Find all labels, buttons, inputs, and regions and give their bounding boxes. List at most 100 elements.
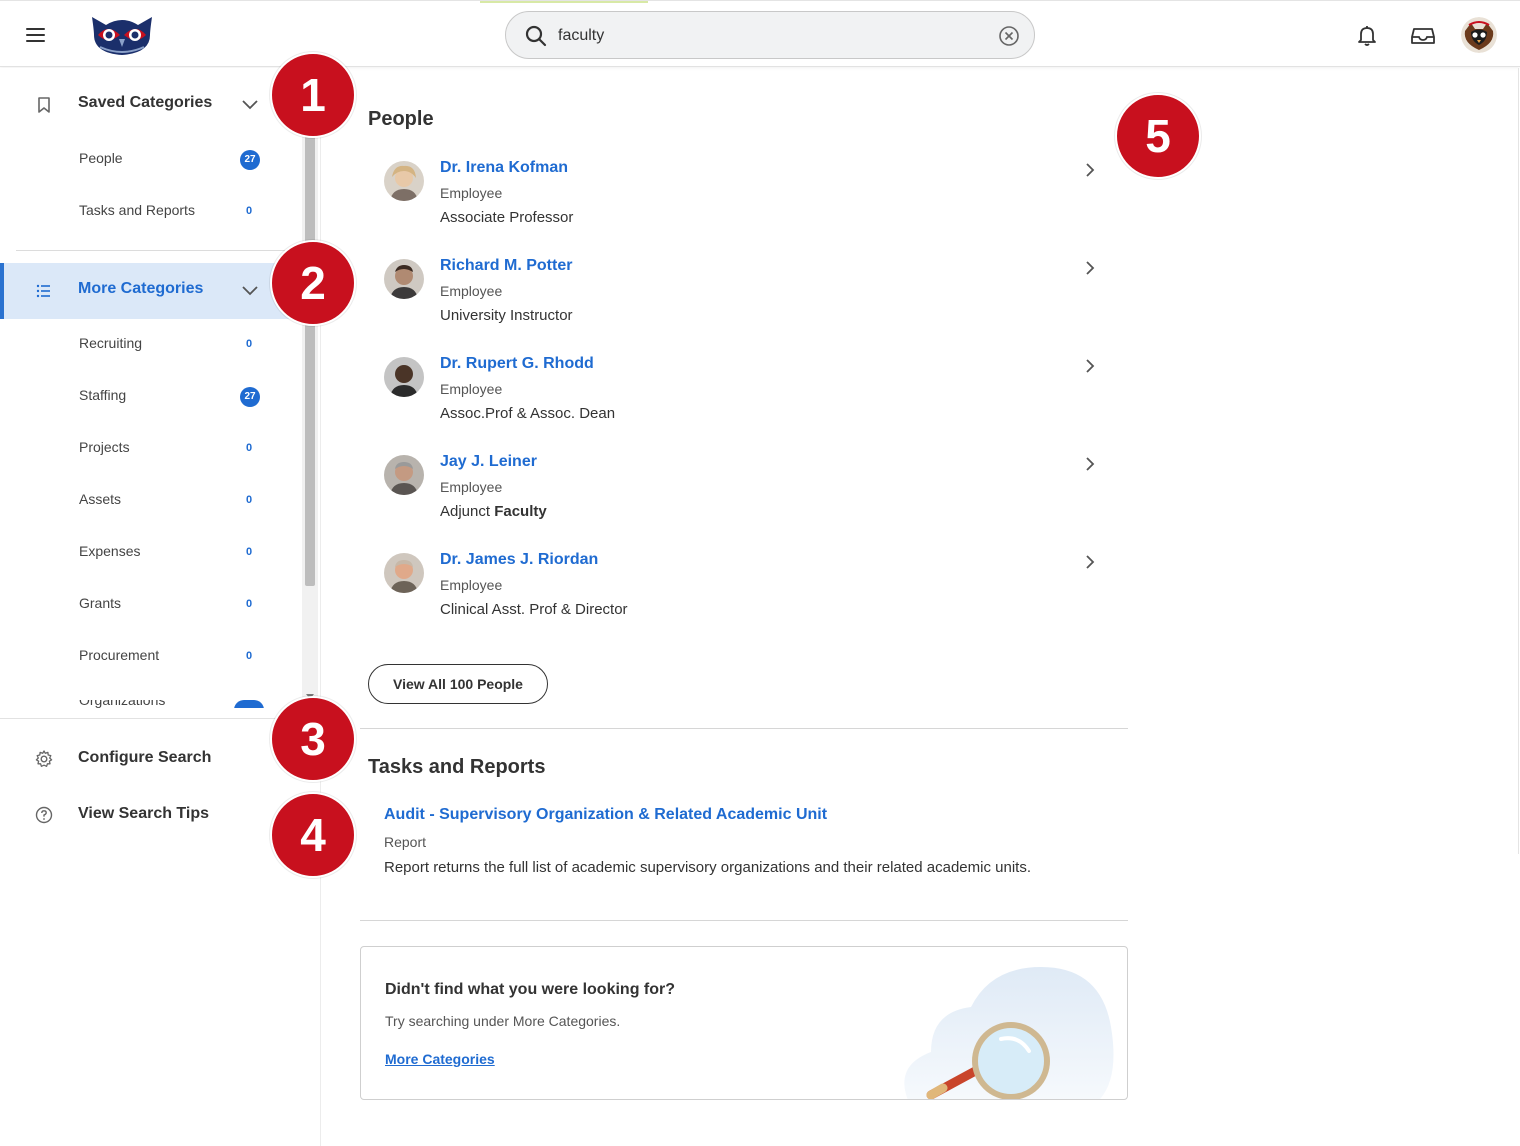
sidebar-item-label: Assets <box>79 491 122 507</box>
count-badge: 0 <box>245 205 253 217</box>
chevron-right-icon[interactable] <box>1082 259 1098 277</box>
section-divider <box>360 728 1128 729</box>
count-badge: 0 <box>245 546 253 558</box>
menu-icon[interactable] <box>22 23 50 47</box>
count-badge: 0 <box>245 598 253 610</box>
chevron-right-icon[interactable] <box>1082 553 1098 571</box>
person-row[interactable]: Richard M. Potter Employee University In… <box>380 257 1110 347</box>
person-name[interactable]: Dr. Rupert G. Rhodd <box>440 355 594 373</box>
person-row[interactable]: Dr. Irena Kofman Employee Associate Prof… <box>380 159 1110 249</box>
person-title: Associate Professor <box>440 209 574 226</box>
person-title: Assoc.Prof & Assoc. Dean <box>440 405 616 422</box>
sidebar-item-recruiting[interactable]: Recruiting 0 <box>0 324 300 364</box>
task-type: Report <box>384 834 427 850</box>
not-found-card: Didn't find what you were looking for? T… <box>360 946 1128 1100</box>
more-categories-label: More Categories <box>78 280 204 297</box>
sidebar-item-label: Recruiting <box>79 335 143 351</box>
people-section-title: People <box>368 108 434 130</box>
not-found-heading: Didn't find what you were looking for? <box>385 981 676 998</box>
view-search-tips-label: View Search Tips <box>78 805 210 822</box>
right-edge-border <box>1518 68 1519 854</box>
top-accent-bar <box>480 1 648 3</box>
count-badge: 27 <box>240 387 260 407</box>
person-type: Employee <box>440 185 503 201</box>
sidebar-item-label: Expenses <box>79 543 141 559</box>
sidebar-item-label: Staffing <box>79 387 127 403</box>
callout-2: 2 <box>270 240 356 326</box>
inbox-icon[interactable] <box>1410 23 1436 47</box>
sidebar-item-people[interactable]: People 27 <box>0 139 300 179</box>
person-row[interactable]: Dr. James J. Riordan Employee Clinical A… <box>380 551 1110 641</box>
tasks-section-title: Tasks and Reports <box>368 756 546 778</box>
person-title: Adjunct Faculty <box>440 503 547 520</box>
callout-5: 5 <box>1115 93 1201 179</box>
sidebar-item-tasks-and-reports[interactable]: Tasks and Reports 0 <box>0 191 300 231</box>
sidebar-item-expenses[interactable]: Expenses 0 <box>0 532 300 572</box>
owl-logo[interactable] <box>86 11 158 57</box>
sidebar-item-staffing[interactable]: Staffing 27 <box>0 376 300 416</box>
view-search-tips-link[interactable]: View Search Tips <box>0 791 300 839</box>
help-icon <box>35 806 53 824</box>
bell-icon[interactable] <box>1355 23 1379 47</box>
person-photo <box>384 357 424 397</box>
chevron-right-icon[interactable] <box>1082 161 1098 179</box>
search-input[interactable] <box>558 22 978 50</box>
sidebar-bottom-divider <box>0 718 320 719</box>
search-icon[interactable] <box>524 24 548 48</box>
person-row[interactable]: Dr. Rupert G. Rhodd Employee Assoc.Prof … <box>380 355 1110 445</box>
count-badge: 0 <box>245 494 253 506</box>
view-all-people-button[interactable]: View All 100 People <box>368 664 548 704</box>
sidebar-item-grants[interactable]: Grants 0 <box>0 584 300 624</box>
section-divider <box>360 920 1128 921</box>
count-badge: 0 <box>245 650 253 662</box>
person-type: Employee <box>440 283 503 299</box>
sidebar-item-label: Procurement <box>79 647 160 663</box>
task-description: Report returns the full list of academic… <box>384 859 1031 876</box>
person-name[interactable]: Dr. Irena Kofman <box>440 159 568 177</box>
chevron-down-icon[interactable] <box>240 283 260 299</box>
sidebar-item-label: People <box>79 150 123 166</box>
person-photo <box>384 259 424 299</box>
person-name[interactable]: Richard M. Potter <box>440 257 572 275</box>
task-report-link[interactable]: Audit - Supervisory Organization & Relat… <box>384 806 827 824</box>
sidebar-scroll-thumb[interactable] <box>305 136 315 586</box>
saved-categories-header[interactable]: Saved Categories <box>0 77 300 133</box>
sidebar-item-label: Tasks and Reports <box>79 202 195 218</box>
count-badge: 0 <box>245 442 253 454</box>
sidebar-item-assets[interactable]: Assets 0 <box>0 480 300 520</box>
magnifier-illustration-icon <box>904 967 1114 1099</box>
chevron-right-icon[interactable] <box>1082 455 1098 473</box>
sidebar-item-projects[interactable]: Projects 0 <box>0 428 300 468</box>
more-categories-header[interactable]: More Categories <box>0 263 300 319</box>
callout-3: 3 <box>270 696 356 782</box>
chevron-right-icon[interactable] <box>1082 357 1098 375</box>
chevron-down-icon[interactable] <box>240 97 260 113</box>
callout-4: 4 <box>270 792 356 878</box>
sidebar-item-procurement[interactable]: Procurement 0 <box>0 636 300 676</box>
person-type: Employee <box>440 577 503 593</box>
callout-1: 1 <box>270 52 356 138</box>
configure-search-label: Configure Search <box>78 749 212 766</box>
user-avatar[interactable] <box>1461 17 1497 53</box>
gear-icon <box>35 750 53 767</box>
person-name[interactable]: Jay J. Leiner <box>440 453 537 471</box>
sidebar-item-label: Grants <box>79 595 122 611</box>
count-badge: 0 <box>245 338 253 350</box>
person-name[interactable]: Dr. James J. Riordan <box>440 551 598 569</box>
top-bar <box>0 0 1520 67</box>
person-photo <box>384 455 424 495</box>
search-box[interactable] <box>505 11 1035 59</box>
count-badge <box>234 700 264 708</box>
more-categories-link[interactable]: More Categories <box>385 1051 495 1067</box>
clear-search-icon[interactable] <box>998 25 1020 47</box>
person-title: University Instructor <box>440 307 573 324</box>
list-icon <box>36 284 50 298</box>
not-found-text: Try searching under More Categories. <box>385 1013 621 1029</box>
person-title: Clinical Asst. Prof & Director <box>440 601 628 618</box>
person-type: Employee <box>440 381 503 397</box>
sidebar-item-label: Projects <box>79 439 130 455</box>
person-photo <box>384 161 424 201</box>
sidebar-item-organizations[interactable]: Organizations <box>79 700 165 710</box>
configure-search-link[interactable]: Configure Search <box>0 735 300 783</box>
person-row[interactable]: Jay J. Leiner Employee Adjunct Faculty <box>380 453 1110 543</box>
